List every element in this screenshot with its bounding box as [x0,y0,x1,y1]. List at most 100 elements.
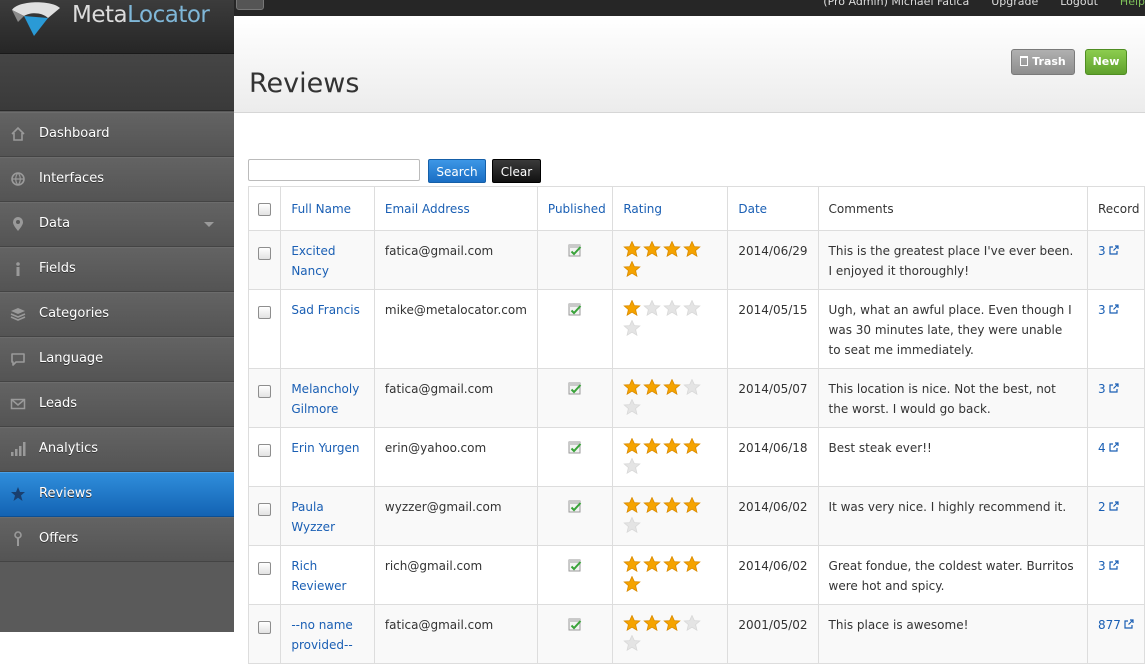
sidebar-item-label: Offers [39,531,79,546]
date-cell: 2014/06/02 [727,545,819,605]
published-check-icon[interactable] [568,499,582,513]
search-input[interactable] [248,159,420,181]
published-cell [536,427,614,487]
logo-icon [12,2,60,36]
record-link[interactable]: 3 [1098,303,1119,317]
published-check-icon[interactable] [568,381,582,395]
new-button-label: New [1092,55,1120,68]
email-cell: fatica@gmail.com [373,368,538,428]
sidebar-item-fields[interactable]: Fields [0,247,234,292]
full-name-link[interactable]: Excited Nancy [291,244,335,278]
chevron-down-icon[interactable] [204,222,214,227]
sidebar-item-label: Dashboard [39,126,110,141]
star-filled-icon [663,496,682,513]
star-filled-icon [643,555,662,572]
published-check-icon[interactable] [568,617,582,631]
sidebar-item-data[interactable]: Data [0,202,234,247]
comments-cell: This location is nice. Not the best, not… [817,368,1088,428]
full-name-link[interactable]: --no name provided-- [291,618,352,652]
full-name-cell: Erin Yurgen [280,427,375,487]
record-link[interactable]: 3 [1098,244,1119,258]
external-link-icon [1109,241,1119,255]
comments-cell: It was very nice. I highly recommend it. [817,486,1088,546]
sidebar-item-label: Language [39,351,104,366]
sidebar-spacer [0,54,234,111]
sidebar-item-categories[interactable]: Categories [0,292,234,337]
row-checkbox[interactable] [258,621,272,634]
sidebar-item-reviews[interactable]: Reviews [0,472,234,517]
sidebar-item-language[interactable]: Language [0,337,234,382]
star-filled-icon [643,240,662,257]
table-row: Erin Yurgen erin@yahoo.com 2014/06/18 Best … [247,427,1145,487]
sidebar-item-offers[interactable]: Offers [0,517,234,562]
record-link[interactable]: 2 [1098,500,1119,514]
column-header-date[interactable]: Date [727,186,819,231]
select-all-checkbox[interactable] [258,202,272,216]
star-empty-icon [683,378,702,395]
sidebar-item-analytics[interactable]: Analytics [0,427,234,472]
top-bar-link[interactable]: Help [1120,0,1145,8]
star-filled-icon [623,614,642,631]
full-name-link[interactable]: Melancholy Gilmore [291,382,359,416]
row-checkbox[interactable] [258,562,272,575]
published-check-icon[interactable] [568,302,582,316]
logo-text[interactable]: MetaLocator [72,2,210,28]
row-checkbox[interactable] [258,385,272,398]
sidebar-item-leads[interactable]: Leads [0,382,234,427]
date-cell: 2014/05/07 [727,368,819,428]
column-header-email[interactable]: Email Address [373,186,538,231]
top-bar-link[interactable]: (Pro Admin) Michael Fatica [823,0,969,8]
published-check-icon[interactable] [568,440,582,454]
row-checkbox[interactable] [258,247,272,260]
star-filled-icon [623,555,642,572]
top-bar-link[interactable]: Logout [1060,0,1098,8]
full-name-link[interactable]: Paula Wyzzer [291,500,335,534]
row-checkbox[interactable] [258,306,272,319]
record-cell: 3 [1086,230,1145,290]
record-cell: 3 [1086,289,1145,369]
record-id: 3 [1097,303,1106,317]
record-id: 3 [1097,244,1106,258]
full-name-link[interactable]: Erin Yurgen [291,441,359,455]
info-icon [10,261,26,277]
published-check-icon[interactable] [568,243,582,257]
published-check-icon[interactable] [568,558,582,572]
sidebar-item-dashboard[interactable]: Dashboard [0,112,234,157]
clear-button[interactable]: Clear [492,159,541,183]
trash-icon [1020,56,1029,66]
record-link[interactable]: 4 [1098,441,1119,455]
comments-cell: Great fondue, the coldest water. Burrito… [817,545,1088,605]
back-button[interactable] [236,0,264,10]
column-header-comments: Comments [817,186,1088,231]
full-name-cell: Paula Wyzzer [280,486,375,546]
trash-button[interactable]: Trash [1011,49,1075,75]
column-header-rating[interactable]: Rating [612,186,729,231]
column-header-published[interactable]: Published [536,186,614,231]
layers-icon [10,306,26,322]
new-button[interactable]: New [1085,49,1127,75]
record-link[interactable]: 877 [1098,618,1134,632]
top-bar: (Pro Admin) Michael Fatica Upgrade Logout H… [234,0,1145,16]
star-filled-icon [623,260,642,277]
email-cell: wyzzer@gmail.com [373,486,538,546]
record-link[interactable]: 3 [1098,559,1119,573]
full-name-link[interactable]: Rich Reviewer [291,559,346,593]
email-cell: rich@gmail.com [373,545,538,605]
top-bar-link[interactable]: Upgrade [991,0,1038,8]
star-filled-icon [643,496,662,513]
record-link[interactable]: 3 [1098,382,1119,396]
row-checkbox[interactable] [258,444,272,457]
record-id: 3 [1097,559,1106,573]
column-header-full-name[interactable]: Full Name [280,186,375,231]
date-cell: 2014/05/15 [727,289,819,369]
sidebar-nav: Dashboard Interfaces Data Fields Categories L… [0,112,234,562]
star-filled-icon [623,496,642,513]
external-link-icon [1109,300,1119,314]
star-filled-icon [683,240,702,257]
top-bar-links: (Pro Admin) Michael Fatica Upgrade Logout H… [801,0,1145,8]
full-name-link[interactable]: Sad Francis [291,303,360,317]
sidebar-item-label: Data [39,216,71,231]
search-button[interactable]: Search [428,159,486,183]
row-checkbox[interactable] [258,503,272,516]
sidebar-item-interfaces[interactable]: Interfaces [0,157,234,202]
